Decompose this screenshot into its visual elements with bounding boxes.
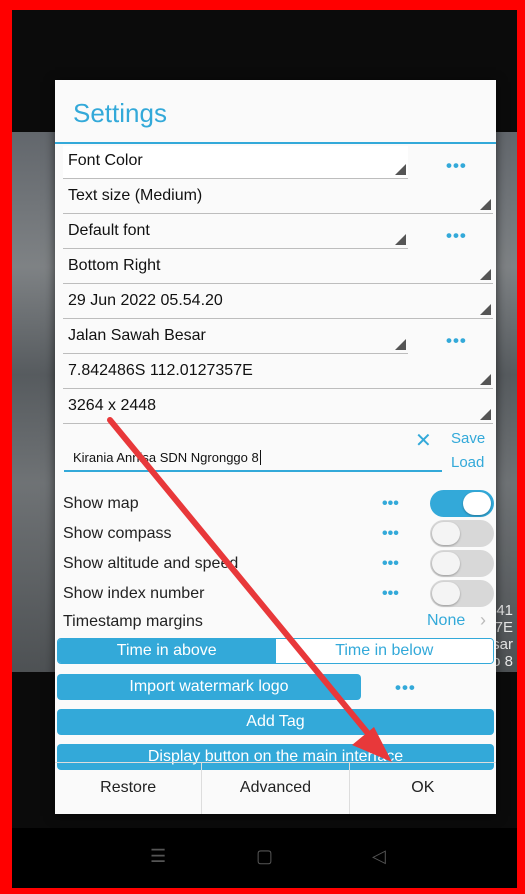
dialog-title: Settings <box>73 98 167 128</box>
show-compass-toggle[interactable] <box>430 520 494 547</box>
spinner-label: Default font <box>68 222 150 239</box>
navigation-bar: ☰ ▢ ◁ <box>12 828 517 888</box>
show-compass-label: Show compass <box>63 525 172 542</box>
dropdown-triangle-icon <box>395 164 406 175</box>
recents-icon[interactable]: ☰ <box>150 846 166 867</box>
add-tag-button[interactable]: Add Tag <box>57 709 494 735</box>
close-icon[interactable]: ✕ <box>415 428 432 453</box>
toggle-knob <box>432 522 460 545</box>
toggle-knob <box>432 552 460 575</box>
show-map-toggle[interactable] <box>430 490 494 517</box>
time-above-option[interactable]: Time in above <box>58 639 276 663</box>
phone-screen: 41 57E sar o 8 ☰ ▢ ◁ Settings Font Color… <box>12 10 517 888</box>
more-options-icon[interactable]: ••• <box>446 226 467 246</box>
save-text-button[interactable]: Save <box>451 430 485 447</box>
resolution-spinner[interactable]: 3264 x 2448 <box>63 391 493 424</box>
watermark-text-value: Kirania Annisa SDN Ngronggo 8 <box>73 450 259 465</box>
load-text-button[interactable]: Load <box>451 454 484 471</box>
spinner-label: Text size (Medium) <box>68 187 203 204</box>
import-watermark-logo-button[interactable]: Import watermark logo <box>57 674 361 700</box>
home-icon[interactable]: ▢ <box>256 846 273 867</box>
settings-dialog: Settings Font Color ••• Text size (Mediu… <box>55 80 496 814</box>
more-options-icon[interactable]: ••• <box>382 495 399 513</box>
dialog-footer: Restore Advanced OK <box>55 762 496 814</box>
dropdown-triangle-icon <box>480 199 491 210</box>
time-position-segmented: Time in above Time in below <box>57 638 494 664</box>
text-size-spinner[interactable]: Text size (Medium) <box>63 181 493 214</box>
chevron-right-icon: › <box>480 610 486 630</box>
font-color-spinner[interactable]: Font Color <box>63 146 408 179</box>
show-index-label: Show index number <box>63 585 205 602</box>
time-below-option[interactable]: Time in below <box>275 639 493 663</box>
spinner-label: Jalan Sawah Besar <box>68 327 206 344</box>
dropdown-triangle-icon <box>395 234 406 245</box>
more-options-icon[interactable]: ••• <box>446 156 467 176</box>
timestamp-margins-value[interactable]: None <box>427 612 465 630</box>
ok-button[interactable]: OK <box>350 763 496 814</box>
watermark-text-input[interactable]: Kirania Annisa SDN Ngronggo 8 <box>64 442 442 472</box>
position-spinner[interactable]: Bottom Right <box>63 251 493 284</box>
text-cursor <box>259 450 261 465</box>
dropdown-triangle-icon <box>480 304 491 315</box>
spinner-label: Font Color <box>68 152 143 169</box>
more-options-icon[interactable]: ••• <box>382 585 399 603</box>
show-altitude-label: Show altitude and speed <box>63 555 239 572</box>
more-options-icon[interactable]: ••• <box>382 525 399 543</box>
title-divider <box>55 142 496 144</box>
toggle-knob <box>432 582 460 605</box>
toggle-knob <box>463 492 491 515</box>
show-index-toggle[interactable] <box>430 580 494 607</box>
dropdown-triangle-icon <box>480 374 491 385</box>
spinner-label: Bottom Right <box>68 257 161 274</box>
restore-button[interactable]: Restore <box>55 763 203 814</box>
more-options-icon[interactable]: ••• <box>395 678 416 698</box>
coordinates-spinner[interactable]: 7.842486S 112.0127357E <box>63 356 493 389</box>
address-spinner[interactable]: Jalan Sawah Besar <box>63 321 408 354</box>
more-options-icon[interactable]: ••• <box>382 555 399 573</box>
dropdown-triangle-icon <box>480 269 491 280</box>
dropdown-triangle-icon <box>395 339 406 350</box>
spinner-label: 3264 x 2448 <box>68 397 157 414</box>
timestamp-format-spinner[interactable]: 29 Jun 2022 05.54.20 <box>63 286 493 319</box>
timestamp-margins-label: Timestamp margins <box>63 613 203 630</box>
advanced-button[interactable]: Advanced <box>202 763 350 814</box>
back-icon[interactable]: ◁ <box>372 846 386 867</box>
show-map-label: Show map <box>63 495 139 512</box>
show-altitude-toggle[interactable] <box>430 550 494 577</box>
dropdown-triangle-icon <box>480 409 491 420</box>
font-spinner[interactable]: Default font <box>63 216 408 249</box>
spinner-label: 7.842486S 112.0127357E <box>68 362 253 379</box>
spinner-label: 29 Jun 2022 05.54.20 <box>68 292 223 309</box>
more-options-icon[interactable]: ••• <box>446 331 467 351</box>
